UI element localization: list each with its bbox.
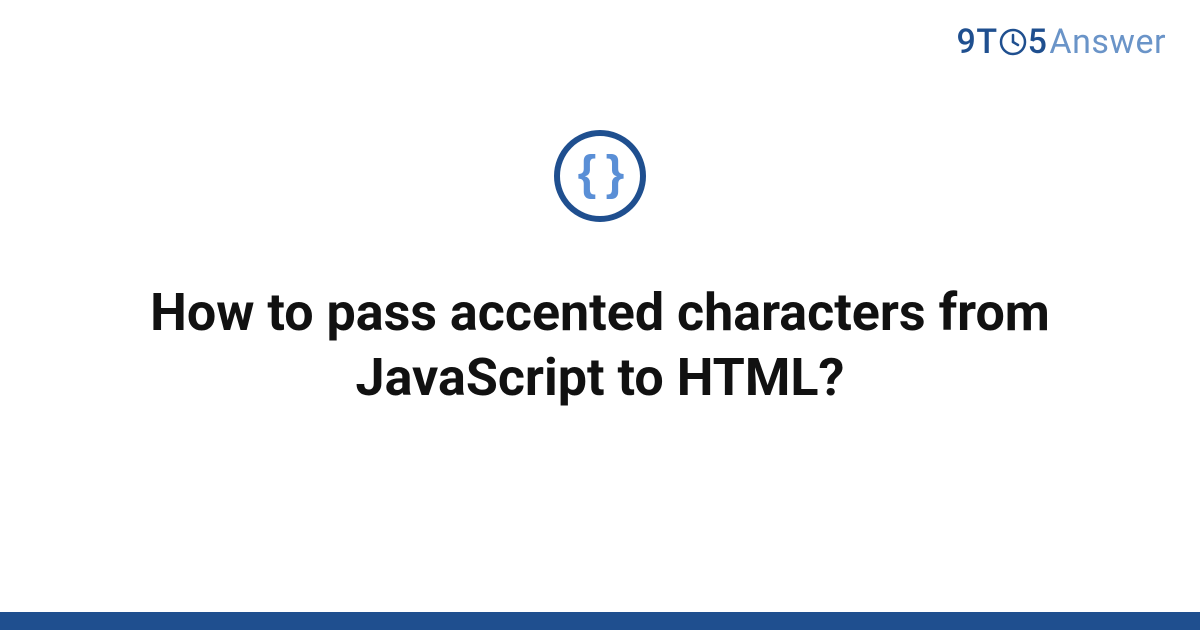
footer-accent-bar: [0, 612, 1200, 630]
topic-badge: { }: [554, 130, 646, 222]
brand-text-5: 5: [1028, 22, 1048, 62]
question-title: How to pass accented characters from Jav…: [100, 280, 1100, 410]
main-content: { } How to pass accented characters from…: [0, 130, 1200, 410]
brand-text-9t: 9T: [957, 22, 998, 62]
brand-clock-icon: [999, 28, 1027, 56]
braces-icon: { }: [578, 150, 623, 198]
brand-logo: 9T 5 Answer: [957, 22, 1166, 62]
brand-text-answer: Answer: [1049, 22, 1166, 62]
